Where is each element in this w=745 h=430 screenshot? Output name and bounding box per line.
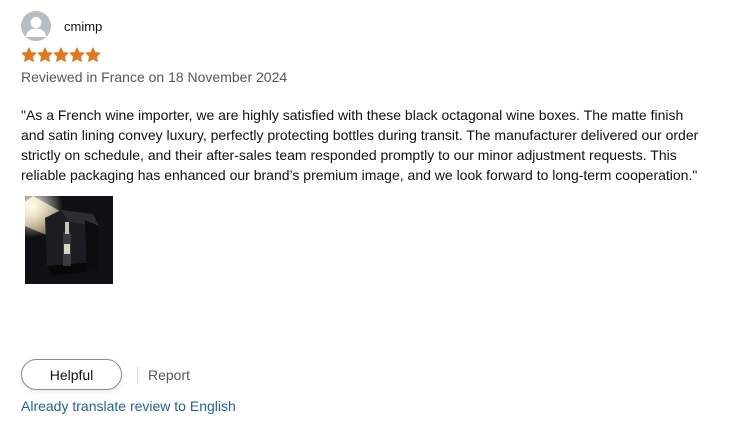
review-photo[interactable] [25, 196, 113, 284]
avatar-icon[interactable] [21, 11, 51, 41]
star-icon [85, 47, 101, 62]
reviewer-profile[interactable]: cmimp [21, 11, 731, 41]
report-link[interactable]: Report [148, 367, 190, 383]
reviewer-name[interactable]: cmimp [64, 19, 102, 34]
star-icon [21, 47, 37, 62]
helpful-button[interactable]: Helpful [21, 359, 122, 390]
translate-review-link[interactable]: Already translate review to English [21, 398, 236, 414]
review-actions: Helpful Report [21, 359, 190, 390]
star-icon [69, 47, 85, 62]
star-icon [37, 47, 53, 62]
action-separator [137, 366, 138, 383]
review-text: "As a French wine importer, we are highl… [21, 107, 699, 183]
review-card: cmimp Reviewed in France on 18 November … [21, 11, 731, 284]
star-icon [53, 47, 69, 62]
star-rating[interactable] [21, 47, 731, 63]
review-date: Reviewed in France on 18 November 2024 [21, 69, 288, 85]
